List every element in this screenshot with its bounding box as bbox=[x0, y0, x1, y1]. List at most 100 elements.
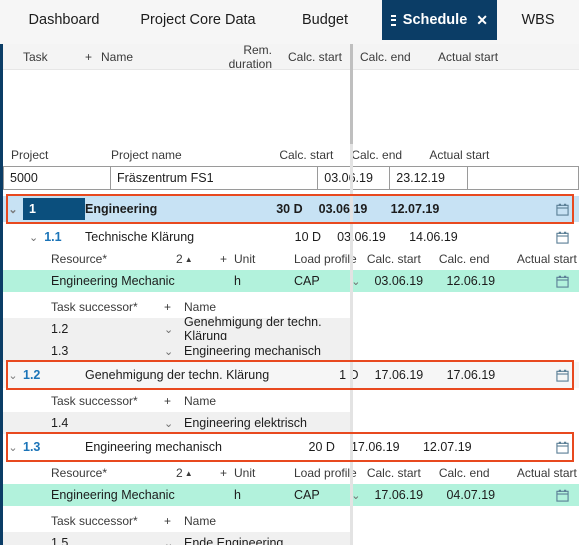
successor-row[interactable]: 1.5 ⌄ Ende Engineering bbox=[3, 532, 350, 545]
tab-budget-label: Budget bbox=[302, 12, 348, 28]
task-calc-start[interactable]: 17.06.19 bbox=[343, 440, 415, 454]
task-duration[interactable]: 20 D bbox=[277, 440, 343, 454]
task-id[interactable]: 1.1 bbox=[44, 230, 61, 244]
column-splitter-top[interactable] bbox=[350, 44, 353, 144]
task-id[interactable]: 1.2 bbox=[23, 368, 40, 382]
resource-calc-start[interactable]: 17.06.19 bbox=[366, 488, 438, 502]
tab-wbs-label: WBS bbox=[521, 12, 555, 28]
project-calc-end-field[interactable]: 23.12.19 bbox=[390, 166, 469, 190]
successor-name[interactable]: Ende Engineering bbox=[184, 536, 350, 545]
task-row[interactable]: ⌄ 1 Engineering 30 D 03.06.19 12.07.19 bbox=[3, 196, 579, 222]
task-row[interactable]: ⌄ 1.1 Technische Klärung 10 D 03.06.19 1… bbox=[3, 226, 579, 248]
calendar-icon[interactable] bbox=[556, 369, 569, 382]
task-calc-start[interactable]: 03.06.19 bbox=[329, 230, 401, 244]
resource-count-group[interactable]: 2 ▲ bbox=[176, 252, 220, 266]
add-successor-icon[interactable]: + bbox=[164, 300, 184, 314]
successor-row[interactable]: 1.3 ⌄ Engineering mechanisch bbox=[3, 340, 350, 362]
header-calc-start[interactable]: Calc. start bbox=[280, 50, 352, 64]
chevron-down-icon[interactable]: ⌄ bbox=[164, 323, 184, 336]
resource-load-profile[interactable]: CAP ⌄ bbox=[294, 274, 366, 288]
successor-id[interactable]: 1.2 bbox=[51, 322, 164, 336]
expand-chevron-icon[interactable]: ⌄ bbox=[3, 441, 23, 454]
task-calc-end[interactable]: 12.07.19 bbox=[383, 202, 461, 216]
chevron-down-icon[interactable]: ⌄ bbox=[164, 345, 184, 358]
task-calc-start[interactable]: 03.06.19 bbox=[311, 202, 383, 216]
task-calc-end[interactable]: 12.07.19 bbox=[415, 440, 493, 454]
project-number-field[interactable]: 5000 bbox=[3, 166, 111, 190]
task-duration[interactable]: 1 D bbox=[301, 368, 367, 382]
task-calc-end[interactable]: 17.06.19 bbox=[439, 368, 517, 382]
add-name-icon[interactable]: + bbox=[85, 50, 92, 64]
resource-name[interactable]: Engineering Mechanic bbox=[51, 274, 176, 288]
sort-triangle-icon[interactable]: ▲ bbox=[185, 469, 193, 478]
resource-row[interactable]: Engineering Mechanic h CAP ⌄ 03.06.19 12… bbox=[3, 270, 579, 292]
add-resource-icon[interactable]: + bbox=[220, 252, 234, 266]
add-successor-icon[interactable]: + bbox=[164, 514, 184, 528]
resource-calc-end[interactable]: 04.07.19 bbox=[438, 488, 516, 502]
tab-wbs[interactable]: WBS bbox=[497, 0, 579, 40]
calendar-icon[interactable] bbox=[556, 441, 569, 454]
tab-dashboard[interactable]: Dashboard bbox=[0, 0, 128, 40]
task-actual-start[interactable] bbox=[479, 231, 579, 244]
hamburger-icon[interactable] bbox=[391, 12, 396, 28]
chevron-down-icon[interactable]: ⌄ bbox=[164, 417, 184, 430]
task-row[interactable]: ⌄ 1.2 Genehmigung der techn. Klärung 1 D… bbox=[3, 362, 579, 388]
task-name[interactable]: Engineering bbox=[85, 202, 245, 216]
successor-id[interactable]: 1.5 bbox=[51, 536, 164, 545]
task-calc-end[interactable]: 14.06.19 bbox=[401, 230, 479, 244]
task-name[interactable]: Engineering mechanisch bbox=[85, 440, 277, 454]
task-name[interactable]: Technische Klärung bbox=[85, 230, 263, 244]
task-actual-start[interactable] bbox=[461, 203, 579, 216]
calendar-icon[interactable] bbox=[556, 275, 569, 288]
resource-name[interactable]: Engineering Mechanic bbox=[51, 488, 176, 502]
task-row[interactable]: ⌄ 1.3 Engineering mechanisch 20 D 17.06.… bbox=[3, 434, 579, 460]
task-id-selected[interactable]: 1 bbox=[23, 198, 85, 220]
header-name[interactable]: Name bbox=[101, 50, 133, 64]
close-icon[interactable]: ✕ bbox=[476, 13, 488, 27]
task-calc-start[interactable]: 17.06.19 bbox=[367, 368, 439, 382]
add-successor-icon[interactable]: + bbox=[164, 394, 184, 408]
resource-load-profile[interactable]: CAP ⌄ bbox=[294, 488, 366, 502]
tab-budget[interactable]: Budget bbox=[268, 0, 382, 40]
resource-calc-end[interactable]: 12.06.19 bbox=[438, 274, 516, 288]
header-actual-start[interactable]: Actual start bbox=[430, 50, 579, 64]
header-rem-duration[interactable]: Rem. duration bbox=[214, 43, 280, 71]
successor-name[interactable]: Engineering mechanisch bbox=[184, 344, 350, 358]
task-duration[interactable]: 30 D bbox=[245, 202, 311, 216]
successor-row[interactable]: 1.4 ⌄ Engineering elektrisch bbox=[3, 412, 350, 434]
successor-name[interactable]: Engineering elektrisch bbox=[184, 416, 350, 430]
tab-project-core-data[interactable]: Project Core Data bbox=[128, 0, 268, 40]
resource-actual-start[interactable] bbox=[516, 489, 579, 502]
resource-unit[interactable]: h bbox=[234, 488, 294, 502]
project-name-field[interactable]: Fräszentrum FS1 bbox=[111, 166, 319, 190]
successor-id[interactable]: 1.4 bbox=[51, 416, 164, 430]
expand-chevron-icon[interactable]: ⌄ bbox=[3, 369, 23, 382]
expand-chevron-icon[interactable]: ⌄ bbox=[29, 231, 38, 244]
resource-calc-start[interactable]: 03.06.19 bbox=[366, 274, 438, 288]
task-actual-start[interactable] bbox=[517, 369, 579, 382]
task-duration[interactable]: 10 D bbox=[263, 230, 329, 244]
sort-triangle-icon[interactable]: ▲ bbox=[185, 255, 193, 264]
successor-name[interactable]: Genehmigung der techn. Klärung bbox=[184, 315, 350, 343]
successor-row[interactable]: 1.2 ⌄ Genehmigung der techn. Klärung bbox=[3, 315, 350, 343]
add-resource-icon[interactable]: + bbox=[220, 466, 234, 480]
tab-project-core-data-label: Project Core Data bbox=[140, 12, 256, 28]
resource-actual-start[interactable] bbox=[516, 275, 579, 288]
task-id[interactable]: 1.3 bbox=[23, 440, 40, 454]
header-calc-end[interactable]: Calc. end bbox=[352, 50, 430, 64]
resource-count-group[interactable]: 2 ▲ bbox=[176, 466, 220, 480]
resource-row[interactable]: Engineering Mechanic h CAP ⌄ 17.06.19 04… bbox=[3, 484, 579, 506]
chevron-down-icon[interactable]: ⌄ bbox=[164, 537, 184, 545]
calendar-icon[interactable] bbox=[556, 489, 569, 502]
project-calc-start-field[interactable]: 03.06.19 bbox=[318, 166, 391, 190]
expand-chevron-icon[interactable]: ⌄ bbox=[3, 203, 23, 216]
calendar-icon[interactable] bbox=[556, 231, 569, 244]
header-task[interactable]: Task bbox=[23, 50, 85, 64]
resource-unit[interactable]: h bbox=[234, 274, 294, 288]
task-actual-start[interactable] bbox=[493, 441, 579, 454]
tab-schedule[interactable]: Schedule ✕ bbox=[382, 0, 497, 40]
successor-id[interactable]: 1.3 bbox=[51, 344, 164, 358]
project-actual-start-field[interactable] bbox=[468, 166, 579, 190]
task-name[interactable]: Genehmigung der techn. Klärung bbox=[85, 368, 301, 382]
calendar-icon[interactable] bbox=[556, 203, 569, 216]
